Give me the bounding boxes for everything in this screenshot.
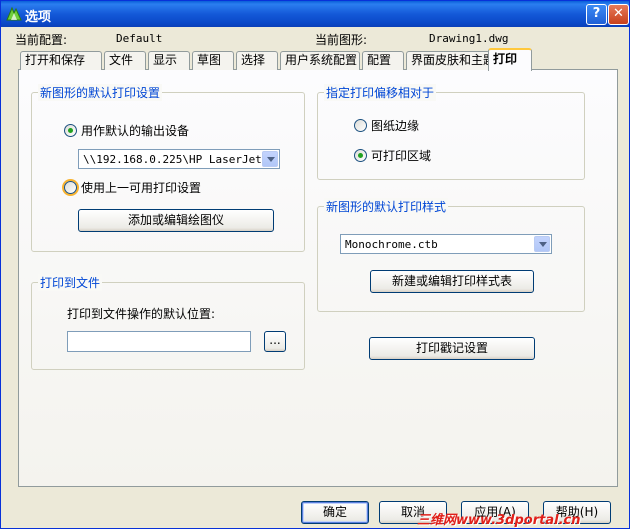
- radio-checked-icon: [354, 149, 367, 162]
- browse-button[interactable]: ...: [264, 331, 286, 352]
- ok-button[interactable]: 确定: [301, 501, 369, 524]
- plot-file-location-input[interactable]: [67, 331, 251, 352]
- radio-unchecked-icon: [64, 181, 77, 194]
- use-default-device-label: 用作默认的输出设备: [81, 124, 190, 138]
- chevron-down-icon[interactable]: [262, 151, 278, 167]
- plot-style-select[interactable]: Monochrome.ctb: [340, 234, 552, 254]
- tab-selection[interactable]: 选择: [236, 51, 278, 70]
- output-device-value: \\192.168.0.225\HP LaserJet 1: [83, 153, 263, 166]
- tab-plot[interactable]: 打印: [488, 48, 532, 71]
- current-drawing-value: Drawing1.dwg: [429, 32, 509, 45]
- default-plot-style-group: 新图形的默认打印样式 Monochrome.ctb 新建或编辑打印样式表: [317, 198, 585, 312]
- close-icon: ✕: [613, 6, 624, 21]
- tab-files[interactable]: 文件: [104, 51, 146, 70]
- printable-area-label: 可打印区域: [371, 149, 432, 163]
- plot-to-file-group: 打印到文件 打印到文件操作的默认位置: ...: [31, 274, 305, 370]
- options-dialog: 选项 ? ✕ 当前配置: Default 当前图形: Drawing1.dwg …: [0, 0, 630, 529]
- tab-profiles[interactable]: 配置: [362, 51, 404, 70]
- plot-offset-group: 指定打印偏移相对于 图纸边缘 可打印区域: [317, 84, 585, 180]
- paper-edge-radio[interactable]: 图纸边缘: [354, 117, 419, 134]
- current-profile-label: 当前配置:: [15, 33, 68, 47]
- paper-edge-label: 图纸边缘: [371, 119, 420, 133]
- tab-panel-plot: 新图形的默认打印设置 用作默认的输出设备 \\192.168.0.225\HP …: [18, 69, 618, 487]
- window-title: 选项: [25, 10, 52, 25]
- output-device-select[interactable]: \\192.168.0.225\HP LaserJet 1: [78, 149, 280, 169]
- plot-offset-title: 指定打印偏移相对于: [324, 84, 437, 101]
- app-logo-icon: [6, 6, 22, 21]
- radio-checked-icon: [64, 124, 77, 137]
- close-button[interactable]: ✕: [608, 4, 629, 25]
- tab-drafting[interactable]: 草图: [192, 51, 234, 70]
- current-profile-value: Default: [116, 32, 163, 45]
- use-last-setting-radio[interactable]: 使用上一可用打印设置: [64, 179, 201, 196]
- plot-to-file-title: 打印到文件: [38, 274, 103, 291]
- title-bar[interactable]: 选项 ? ✕: [1, 1, 629, 27]
- use-last-setting-label: 使用上一可用打印设置: [81, 181, 202, 195]
- tab-user-preferences[interactable]: 用户系统配置: [280, 51, 360, 70]
- printable-area-radio[interactable]: 可打印区域: [354, 147, 431, 164]
- plot-style-value: Monochrome.ctb: [345, 238, 438, 251]
- default-plot-settings-title: 新图形的默认打印设置: [38, 84, 163, 101]
- use-default-device-radio[interactable]: 用作默认的输出设备: [64, 122, 189, 139]
- tab-open-save[interactable]: 打开和保存: [20, 51, 102, 70]
- add-edit-plotters-button[interactable]: 添加或编辑绘图仪: [78, 209, 274, 232]
- tab-display[interactable]: 显示: [148, 51, 190, 70]
- plot-file-location-label: 打印到文件操作的默认位置:: [67, 307, 216, 321]
- default-plot-style-title: 新图形的默认打印样式: [324, 198, 449, 215]
- watermark-text: 三维网www.3dportal.cn: [417, 513, 581, 528]
- default-plot-settings-group: 新图形的默认打印设置 用作默认的输出设备 \\192.168.0.225\HP …: [31, 84, 305, 252]
- edit-plot-styles-button[interactable]: 新建或编辑打印样式表: [370, 270, 534, 293]
- plot-stamp-settings-button[interactable]: 打印戳记设置: [369, 337, 535, 360]
- radio-unchecked-icon: [354, 119, 367, 132]
- chevron-down-icon[interactable]: [534, 236, 550, 252]
- help-title-button[interactable]: ?: [586, 4, 607, 25]
- current-drawing-label: 当前图形:: [315, 33, 368, 47]
- tab-skins-themes[interactable]: 界面皮肤和主题: [406, 51, 495, 70]
